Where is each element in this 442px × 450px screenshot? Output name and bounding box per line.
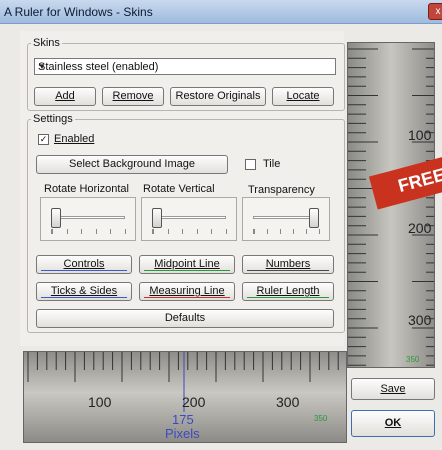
slider-ticks <box>51 229 126 234</box>
restore-originals-button[interactable]: Restore Originals <box>170 87 266 106</box>
slider-tick <box>319 229 320 234</box>
slider-tick <box>125 229 126 234</box>
transparency-label: Transparency <box>248 184 315 196</box>
measuring-button-label: Measuring Line <box>149 285 225 297</box>
slider-tick <box>280 229 281 234</box>
slider-tick <box>254 229 255 234</box>
window-title: A Ruler for Windows - Skins <box>4 5 153 19</box>
numbers-button-label: Numbers <box>265 258 311 270</box>
slider-tick <box>81 229 83 234</box>
slider-track <box>51 216 125 219</box>
vruler-number: 300 <box>408 312 432 328</box>
vruler-length: 350 <box>406 355 420 364</box>
slider-thumb[interactable] <box>152 208 162 228</box>
hruler-number: 200 <box>182 394 206 410</box>
slider-tick <box>95 229 97 234</box>
slider-tick <box>52 229 53 234</box>
ok-button-label: OK <box>384 417 402 429</box>
defaults-button-label: Defaults <box>164 312 206 324</box>
select-background-button[interactable]: Select Background Image <box>36 155 228 174</box>
locate-button[interactable]: Locate <box>272 87 334 106</box>
save-button-label: Save <box>380 383 406 395</box>
color-line <box>144 270 230 271</box>
rotate-vertical-label: Rotate Vertical <box>143 183 215 195</box>
save-button[interactable]: Save <box>351 378 435 400</box>
rotate-horizontal-slider[interactable] <box>40 197 136 241</box>
controls-button[interactable]: Controls <box>36 255 132 274</box>
slider-tick <box>167 229 169 234</box>
rotate-horizontal-label: Rotate Horizontal <box>44 183 129 195</box>
remove-button[interactable]: Remove <box>102 87 164 106</box>
slider-tick <box>196 229 198 234</box>
defaults-button[interactable]: Defaults <box>36 309 334 328</box>
slider-thumb[interactable] <box>309 208 319 228</box>
slider-tick <box>182 229 184 234</box>
tile-checkbox[interactable] <box>245 159 256 170</box>
slider-tick <box>226 229 227 234</box>
color-line <box>41 297 127 298</box>
slider-tick <box>211 229 213 234</box>
close-button[interactable]: x <box>428 3 442 20</box>
midpoint-button-label: Midpoint Line <box>154 258 220 270</box>
add-button-label: Add <box>55 90 75 102</box>
slider-tick <box>66 229 68 234</box>
slider-tick <box>153 229 154 234</box>
vruler-number: 200 <box>408 220 432 236</box>
slider-thumb[interactable] <box>51 208 61 228</box>
rotate-vertical-slider[interactable] <box>141 197 237 241</box>
chevron-down-icon: ▼ <box>38 62 46 71</box>
settings-group-label: Settings <box>31 113 75 125</box>
horizontal-ruler-preview: 100 200 300 175 Pixels 350 <box>23 351 347 443</box>
measure-unit: Pixels <box>165 426 200 441</box>
ok-button[interactable]: OK <box>351 410 435 437</box>
locate-button-label: Locate <box>286 90 320 102</box>
ruler-length-button-label: Ruler Length <box>256 285 320 297</box>
color-line <box>41 270 127 271</box>
hruler-length: 350 <box>314 414 328 423</box>
measure-value: 175 <box>172 412 194 427</box>
tile-label: Tile <box>263 158 281 170</box>
ticks-button-label: Ticks & Sides <box>50 285 118 297</box>
controls-button-label: Controls <box>63 258 105 270</box>
slider-ticks <box>253 229 320 234</box>
slider-tick <box>306 229 307 234</box>
vruler-number: 100 <box>408 127 432 143</box>
remove-button-label: Remove <box>112 90 154 102</box>
hruler-number: 100 <box>88 394 112 410</box>
slider-tick <box>267 229 268 234</box>
transparency-slider[interactable] <box>242 197 330 241</box>
select-background-label: Select Background Image <box>69 158 195 170</box>
color-line <box>247 270 329 271</box>
hruler-number: 300 <box>276 394 300 410</box>
add-button[interactable]: Add <box>34 87 96 106</box>
measuring-line-button[interactable]: Measuring Line <box>139 282 235 301</box>
enabled-checkbox[interactable]: ✓ <box>38 134 49 145</box>
slider-tick <box>293 229 294 234</box>
color-line <box>144 297 230 298</box>
slider-ticks <box>152 229 227 234</box>
title-bar: A Ruler for Windows - Skins x <box>0 0 442 24</box>
slider-track <box>152 216 226 219</box>
numbers-button[interactable]: Numbers <box>242 255 334 274</box>
ticks-sides-button[interactable]: Ticks & Sides <box>36 282 132 301</box>
slider-tick <box>110 229 112 234</box>
ruler-length-button[interactable]: Ruler Length <box>242 282 334 301</box>
midpoint-line-button[interactable]: Midpoint Line <box>139 255 235 274</box>
enabled-label: Enabled <box>54 133 95 145</box>
restore-button-label: Restore Originals <box>175 90 261 102</box>
color-line <box>247 297 329 298</box>
skins-group-label: Skins <box>31 37 62 49</box>
skin-select[interactable]: Stainless steel (enabled) ▼ <box>34 58 336 75</box>
